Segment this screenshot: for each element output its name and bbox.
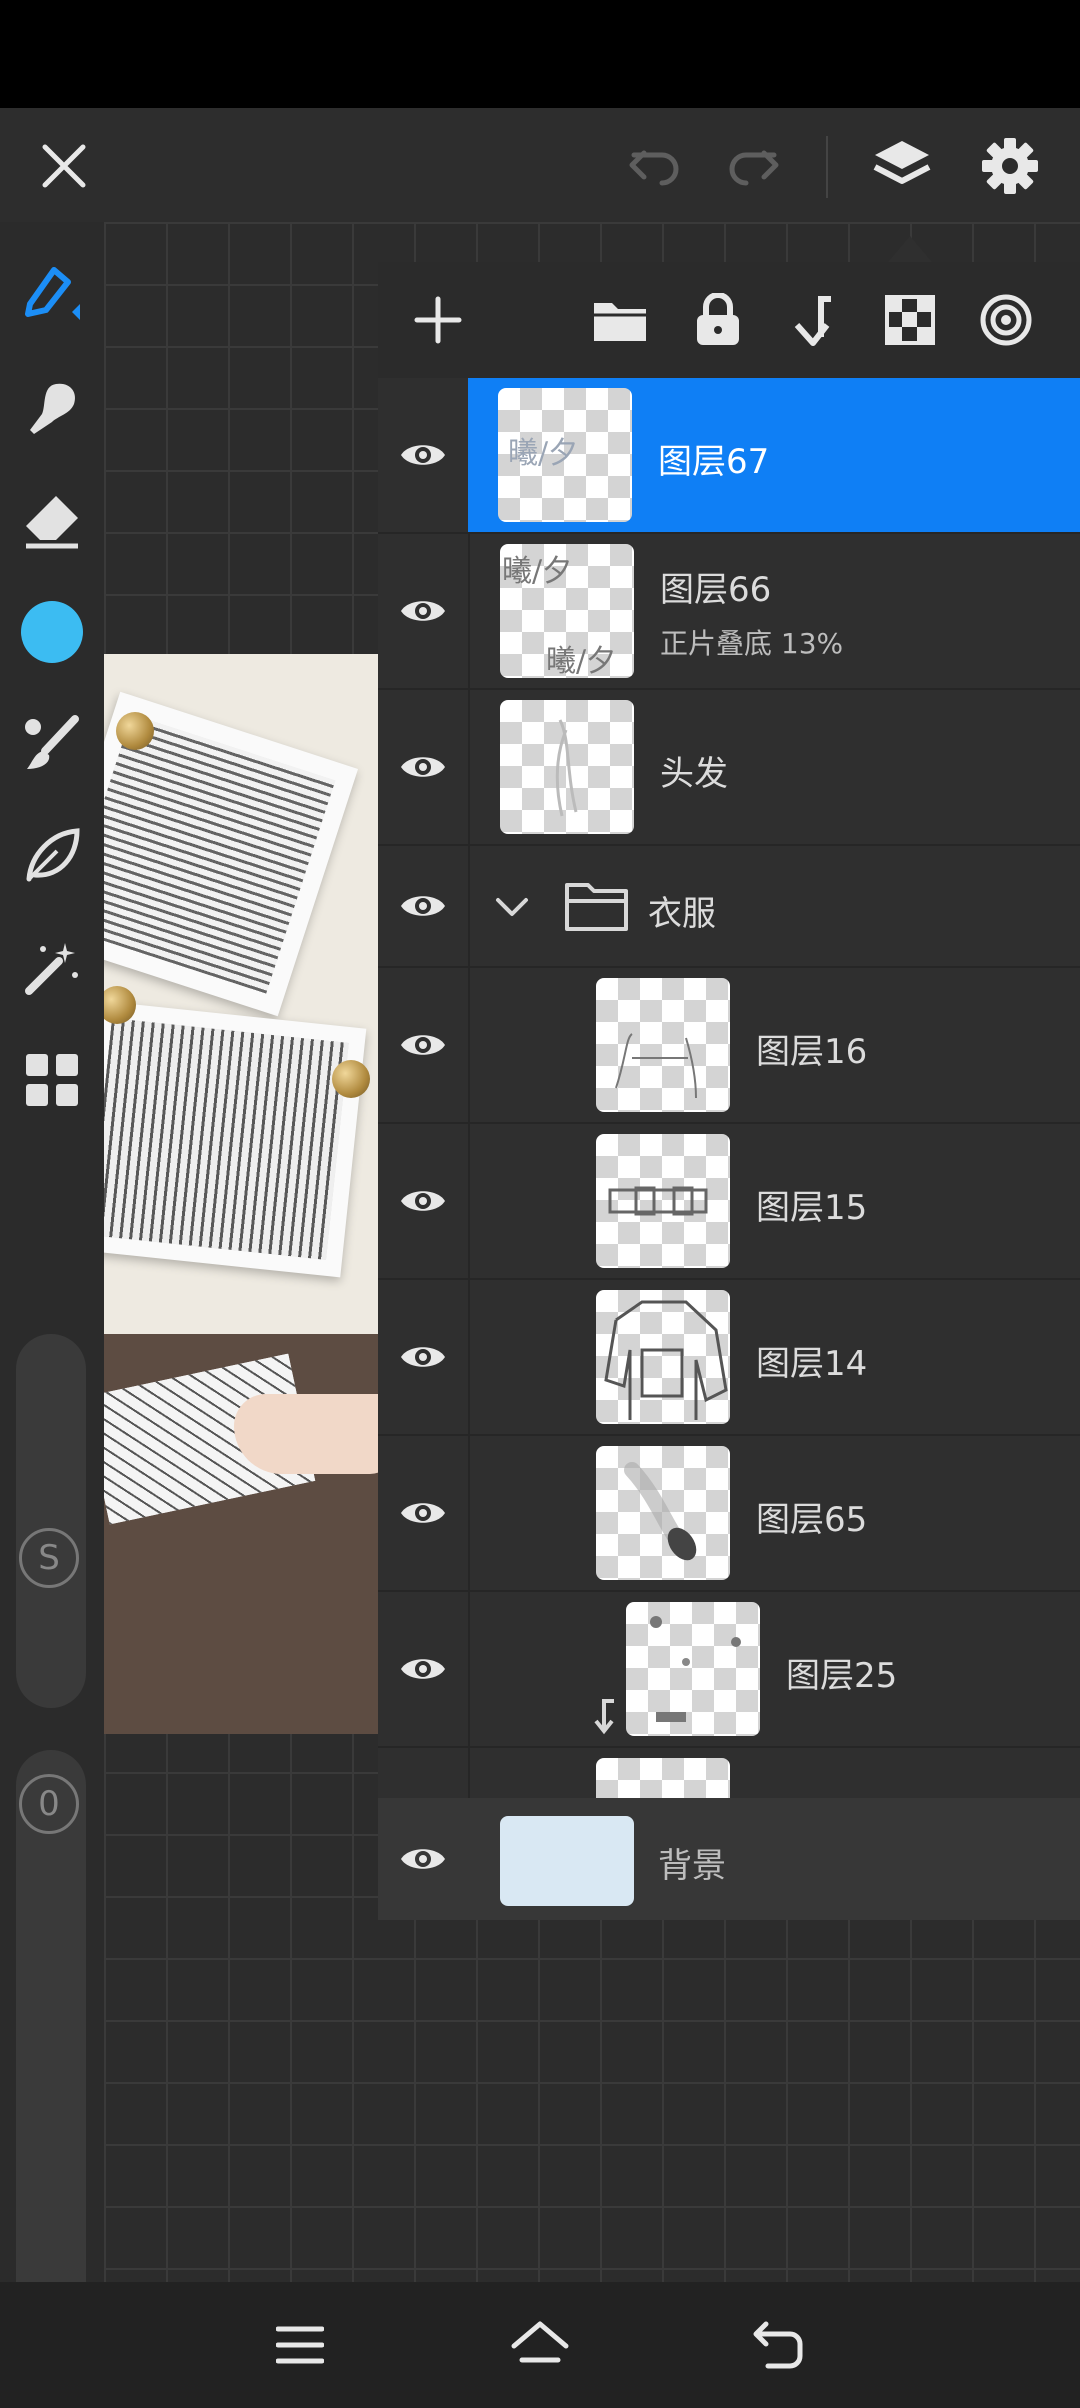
left-toolbar: S 0 xyxy=(0,222,104,2362)
artwork-photo-2 xyxy=(104,1000,367,1278)
clipping-mask-icon xyxy=(590,1696,620,1736)
transparency-lock-icon[interactable] xyxy=(880,290,940,350)
layer-row-body[interactable]: 头发 xyxy=(468,690,1080,844)
layer-name: 图层16 xyxy=(756,1032,868,1072)
chevron-down-icon[interactable] xyxy=(490,884,534,928)
layer-name: 图层14 xyxy=(756,1344,868,1384)
layer-thumbnail xyxy=(596,978,730,1112)
layer-thumbnail xyxy=(596,1290,730,1424)
visibility-eye-icon[interactable] xyxy=(378,534,468,688)
size-slider-label: S xyxy=(19,1528,79,1588)
layer-row-body[interactable]: 曦/夕 图层67 xyxy=(468,378,1080,532)
menu-icon[interactable] xyxy=(260,2308,340,2382)
layer-row-body[interactable]: 曦/夕 曦/夕 图层66 正片叠底 13% xyxy=(468,534,1080,688)
more-tools-grid-icon[interactable] xyxy=(14,1042,90,1118)
layer-row-body[interactable]: 图层15 xyxy=(468,1124,1080,1278)
artwork-pin xyxy=(116,712,154,750)
layer-thumbnail xyxy=(596,1758,730,1798)
visibility-eye-icon[interactable] xyxy=(378,1592,468,1746)
visibility-eye-icon[interactable] xyxy=(378,690,468,844)
lock-icon[interactable] xyxy=(688,290,748,350)
layer-group-row[interactable]: 衣服 xyxy=(378,846,1080,968)
close-icon[interactable] xyxy=(28,130,100,202)
layer-row[interactable]: 曦/夕 图层67 xyxy=(378,378,1080,534)
artwork-hand xyxy=(234,1394,378,1474)
merge-down-icon[interactable] xyxy=(784,290,844,350)
layers-panel-toolbar xyxy=(378,262,1080,378)
folder-icon xyxy=(562,876,632,936)
background-color-thumbnail[interactable] xyxy=(500,1816,634,1906)
panel-pointer xyxy=(888,236,932,262)
layer-row-body[interactable] xyxy=(468,1748,1080,1798)
system-nav-bar xyxy=(0,2282,1080,2408)
back-icon[interactable] xyxy=(740,2308,820,2382)
layer-row[interactable]: 图层25 xyxy=(378,1592,1080,1748)
layer-row[interactable]: 图层65 xyxy=(378,1436,1080,1592)
visibility-eye-icon[interactable] xyxy=(378,968,468,1122)
color-swatch[interactable] xyxy=(14,594,90,670)
layer-row-body[interactable]: 图层65 xyxy=(468,1436,1080,1590)
top-bar xyxy=(0,108,1080,222)
layer-name: 衣服 xyxy=(648,894,716,934)
layer-row[interactable]: 图层16 xyxy=(378,968,1080,1124)
pen-tool-icon[interactable] xyxy=(14,254,90,330)
layers-list[interactable]: 曦/夕 图层67 曦/夕 曦/夕 图层66 正片叠底 13% 头发 衣服 图层1… xyxy=(378,378,1080,1798)
layer-name: 背景 xyxy=(658,1846,726,1886)
undo-icon[interactable] xyxy=(620,130,692,202)
new-group-icon[interactable] xyxy=(590,290,650,350)
visibility-eye-icon[interactable] xyxy=(378,1124,468,1278)
divider xyxy=(826,136,828,198)
brush-size-slider[interactable] xyxy=(16,1334,86,1708)
thumbnail-mark: 曦/夕 xyxy=(508,436,579,471)
layer-row-body[interactable]: 衣服 xyxy=(468,846,1080,966)
visibility-eye-icon[interactable] xyxy=(378,1436,468,1590)
lasso-icon[interactable] xyxy=(14,818,90,894)
visibility-eye-icon[interactable] xyxy=(378,1280,468,1434)
add-layer-icon[interactable] xyxy=(408,290,468,350)
layers-icon[interactable] xyxy=(866,130,938,202)
layer-blend-info: 正片叠底 13% xyxy=(660,627,844,660)
layer-thumbnail: 曦/夕 xyxy=(498,388,632,522)
layer-row[interactable]: 图层15 xyxy=(378,1124,1080,1280)
brush-select-icon[interactable] xyxy=(14,706,90,782)
blend-mode-icon[interactable] xyxy=(976,290,1036,350)
layer-thumbnail: 曦/夕 曦/夕 xyxy=(500,544,634,678)
background-layer-row[interactable]: 背景 xyxy=(378,1798,1080,1920)
layer-row-body[interactable]: 图层14 xyxy=(468,1280,1080,1434)
layer-row[interactable] xyxy=(378,1748,1080,1798)
layer-name: 图层67 xyxy=(658,442,770,482)
layer-name: 图层25 xyxy=(786,1656,898,1696)
smudge-tool-icon[interactable] xyxy=(14,370,90,446)
layer-row-body[interactable]: 图层16 xyxy=(468,968,1080,1122)
layer-row-body[interactable]: 图层25 xyxy=(468,1592,1080,1746)
thumbnail-mark: 曦/夕 xyxy=(502,554,573,589)
redo-icon[interactable] xyxy=(716,130,788,202)
layer-row[interactable]: 曦/夕 曦/夕 图层66 正片叠底 13% xyxy=(378,534,1080,690)
visibility-eye-icon[interactable] xyxy=(378,1798,468,1920)
layer-thumbnail xyxy=(596,1134,730,1268)
layer-name: 头发 xyxy=(660,754,728,794)
layer-thumbnail xyxy=(596,1446,730,1580)
gear-icon[interactable] xyxy=(974,130,1046,202)
layer-name: 图层66 xyxy=(660,570,772,610)
visibility-eye-icon[interactable] xyxy=(378,378,468,532)
layer-row[interactable]: 图层14 xyxy=(378,1280,1080,1436)
visibility-eye-icon[interactable] xyxy=(378,846,468,966)
layer-name: 图层65 xyxy=(756,1500,868,1540)
opacity-slider-label: 0 xyxy=(19,1774,79,1834)
home-icon[interactable] xyxy=(500,2308,580,2382)
artwork-pin xyxy=(332,1060,370,1098)
layer-thumbnail xyxy=(500,700,634,834)
layer-name: 图层15 xyxy=(756,1188,868,1228)
layer-thumbnail xyxy=(626,1602,760,1736)
magic-wand-icon[interactable] xyxy=(14,930,90,1006)
brush-opacity-slider[interactable] xyxy=(16,1750,86,2362)
status-bar xyxy=(0,0,1080,108)
layers-panel: 曦/夕 图层67 曦/夕 曦/夕 图层66 正片叠底 13% 头发 衣服 图层1… xyxy=(378,262,1080,1920)
layer-row[interactable]: 头发 xyxy=(378,690,1080,846)
eraser-icon[interactable] xyxy=(14,482,90,558)
artwork-preview[interactable] xyxy=(104,654,378,1734)
thumbnail-mark: 曦/夕 xyxy=(546,644,617,678)
